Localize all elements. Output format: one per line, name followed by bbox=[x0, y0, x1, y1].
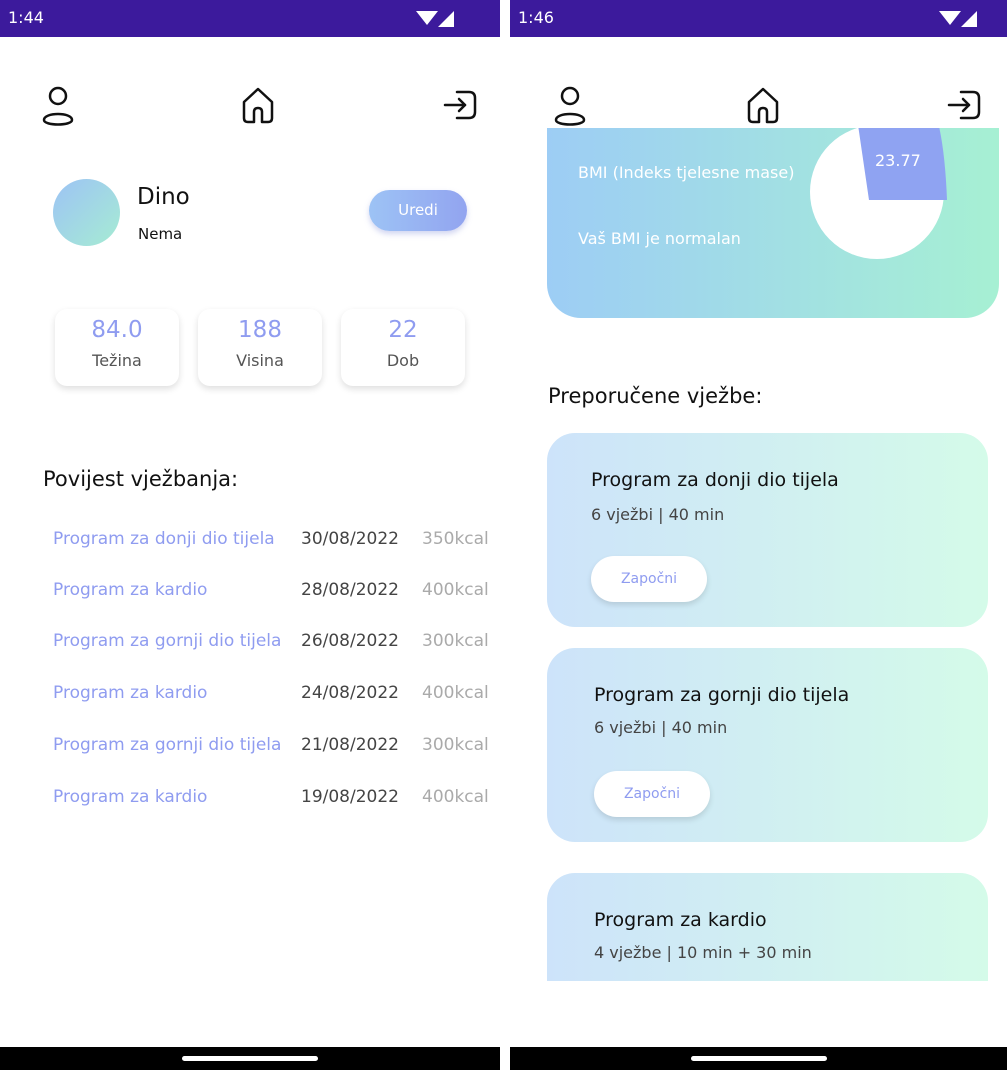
program-title: Program za gornji dio tijela bbox=[594, 684, 850, 706]
history-program: Program za kardio bbox=[53, 683, 208, 703]
status-bar: 1:44 bbox=[0, 0, 500, 37]
program-card[interactable]: Program za gornji dio tijela 6 vježbi | … bbox=[547, 648, 988, 842]
logout-icon[interactable] bbox=[945, 84, 985, 126]
history-date: 30/08/2022 bbox=[301, 529, 399, 549]
edit-button[interactable]: Uredi bbox=[369, 190, 467, 231]
stat-value: 22 bbox=[388, 317, 418, 343]
user-icon[interactable] bbox=[550, 84, 590, 126]
signal-icon bbox=[961, 11, 977, 27]
profile-subtitle: Nema bbox=[138, 225, 183, 243]
start-button[interactable]: Započni bbox=[594, 771, 710, 817]
history-row[interactable]: Program za kardio 19/08/2022 400kcal bbox=[53, 787, 493, 811]
start-button[interactable]: Započni bbox=[591, 556, 707, 602]
history-date: 21/08/2022 bbox=[301, 735, 399, 755]
bmi-value: 23.77 bbox=[875, 151, 921, 170]
history-program: Program za kardio bbox=[53, 787, 208, 807]
history-kcal: 300kcal bbox=[422, 631, 489, 651]
history-row[interactable]: Program za donji dio tijela 30/08/2022 3… bbox=[53, 529, 493, 553]
home-icon[interactable] bbox=[238, 84, 278, 126]
stat-label: Dob bbox=[386, 351, 420, 370]
program-title: Program za kardio bbox=[594, 909, 767, 931]
program-card[interactable]: Program za kardio 4 vježbe | 10 min + 30… bbox=[547, 873, 988, 981]
status-time: 1:46 bbox=[518, 8, 554, 27]
history-program: Program za gornji dio tijela bbox=[53, 735, 282, 755]
program-meta: 4 vježbe | 10 min + 30 min bbox=[594, 943, 812, 962]
bmi-card: BMI (Indeks tjelesne mase) Vaš BMI je no… bbox=[547, 128, 999, 318]
bmi-pie-chart bbox=[810, 128, 947, 259]
history-row[interactable]: Program za kardio 24/08/2022 400kcal bbox=[53, 683, 493, 707]
status-time: 1:44 bbox=[8, 8, 44, 27]
home-gesture-handle[interactable] bbox=[690, 1056, 827, 1061]
history-program: Program za kardio bbox=[53, 580, 208, 600]
stat-card-age: 22 Dob bbox=[341, 309, 465, 386]
history-row[interactable]: Program za gornji dio tijela 26/08/2022 … bbox=[53, 631, 493, 655]
avatar bbox=[53, 179, 120, 246]
bmi-title: BMI (Indeks tjelesne mase) bbox=[578, 163, 795, 182]
history-date: 19/08/2022 bbox=[301, 787, 399, 807]
history-date: 28/08/2022 bbox=[301, 580, 399, 600]
signal-icon bbox=[438, 11, 454, 27]
history-program: Program za gornji dio tijela bbox=[53, 631, 282, 651]
recommended-title: Preporučene vježbe: bbox=[548, 384, 763, 408]
history-row[interactable]: Program za kardio 28/08/2022 400kcal bbox=[53, 580, 493, 604]
logout-icon[interactable] bbox=[441, 84, 481, 126]
history-date: 24/08/2022 bbox=[301, 683, 399, 703]
profile-name: Dino bbox=[137, 184, 190, 210]
status-icons bbox=[416, 11, 456, 27]
stat-value: 84.0 bbox=[91, 317, 143, 343]
history-kcal: 400kcal bbox=[422, 580, 489, 600]
program-title: Program za donji dio tijela bbox=[591, 469, 839, 491]
history-kcal: 400kcal bbox=[422, 683, 489, 703]
history-row[interactable]: Program za gornji dio tijela 21/08/2022 … bbox=[53, 735, 493, 759]
program-meta: 6 vježbi | 40 min bbox=[591, 505, 725, 524]
program-card[interactable]: Program za donji dio tijela 6 vježbi | 4… bbox=[547, 433, 988, 627]
status-bar: 1:46 bbox=[510, 0, 1007, 37]
history-program: Program za donji dio tijela bbox=[53, 529, 275, 549]
status-icons bbox=[939, 11, 979, 27]
history-kcal: 400kcal bbox=[422, 787, 489, 807]
home-icon[interactable] bbox=[743, 84, 783, 126]
program-meta: 6 vježbi | 40 min bbox=[594, 718, 728, 737]
history-kcal: 300kcal bbox=[422, 735, 489, 755]
navigation-bar bbox=[510, 1047, 1007, 1070]
user-icon[interactable] bbox=[38, 84, 78, 126]
screen-home: 1:46 BMI (Indeks tjelesne mase) Vaš BMI … bbox=[510, 0, 1007, 1070]
stat-card-weight: 84.0 Težina bbox=[55, 309, 179, 386]
screen-profile: 1:44 Dino Nema Uredi 84.0 Težina 188 Vis… bbox=[0, 0, 500, 1070]
bmi-status: Vaš BMI je normalan bbox=[578, 229, 741, 248]
stat-value: 188 bbox=[238, 317, 282, 343]
navigation-bar bbox=[0, 1047, 500, 1070]
history-title: Povijest vježbanja: bbox=[43, 467, 239, 491]
wifi-icon bbox=[939, 11, 961, 25]
stat-label: Visina bbox=[236, 351, 284, 370]
history-date: 26/08/2022 bbox=[301, 631, 399, 651]
home-gesture-handle[interactable] bbox=[182, 1056, 318, 1061]
stat-card-height: 188 Visina bbox=[198, 309, 322, 386]
wifi-icon bbox=[416, 11, 438, 25]
history-kcal: 350kcal bbox=[422, 529, 489, 549]
stat-label: Težina bbox=[92, 351, 142, 370]
